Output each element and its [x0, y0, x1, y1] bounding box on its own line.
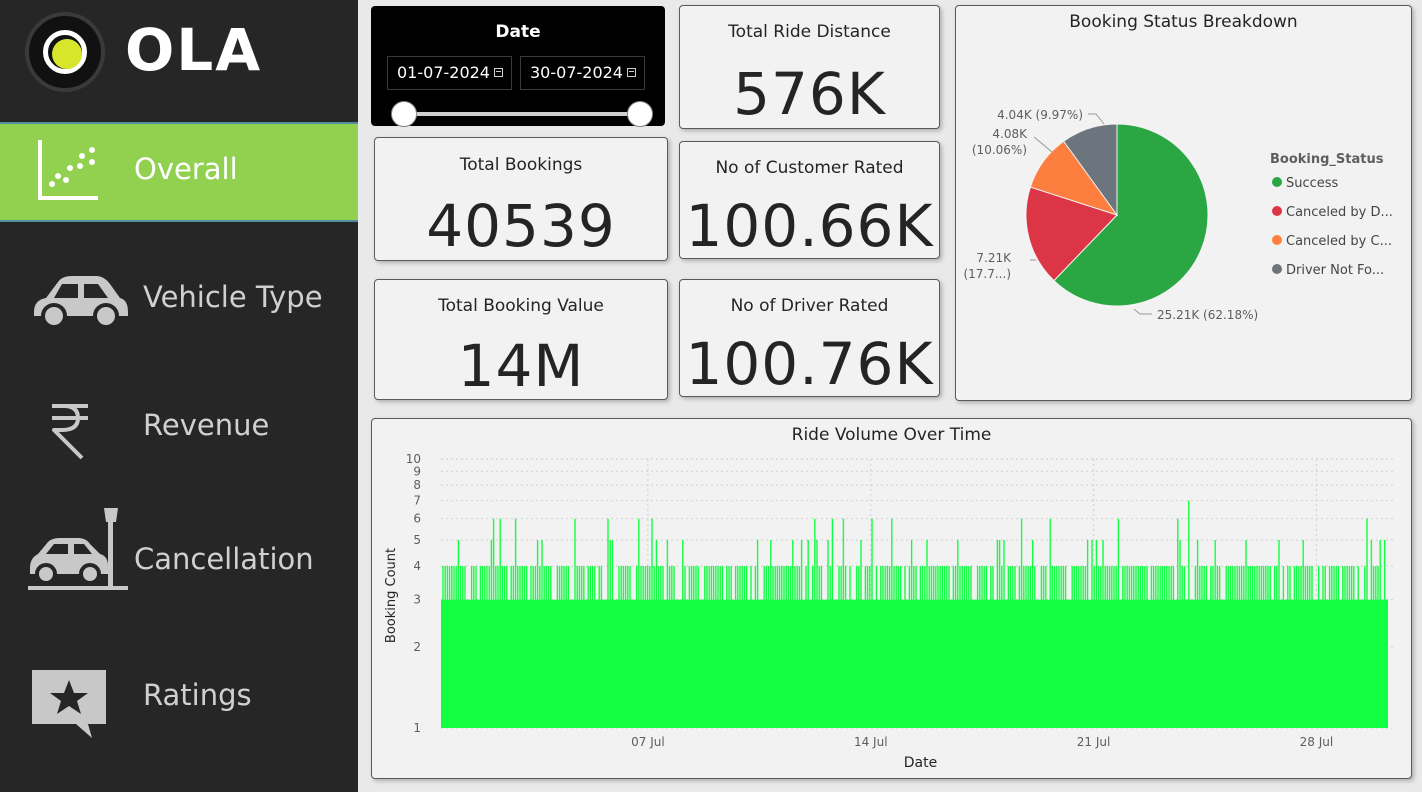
- car-crash-icon: [28, 508, 128, 590]
- kpi-title: No of Customer Rated: [715, 158, 904, 178]
- kpi-total-booking-value: Total Booking Value 14M: [374, 279, 668, 400]
- car-icon: [34, 276, 128, 329]
- scatter-chart-icon: [38, 140, 98, 200]
- y-tick-label: 6: [413, 512, 421, 526]
- legend-item[interactable]: Driver Not Fo...: [1286, 263, 1384, 278]
- calendar-icon[interactable]: [494, 68, 503, 77]
- pie-data-label: 7.21K: [976, 251, 1012, 265]
- legend-marker: [1272, 235, 1282, 245]
- pie-leader-line: [1088, 113, 1105, 125]
- pie-chart: 25.21K (62.18%) 7.21K (17.7...) 4.08K (10.06…: [963, 108, 1393, 322]
- booking-status-chart: Booking Status Breakdown 25.21K (62.18%)…: [955, 5, 1412, 401]
- pie-data-label: (10.06%): [972, 143, 1027, 157]
- ride-volume-plot: 1 2 3 4 5 6 7 8910 07 Jul 14 Jul 21 Jul 28 Jul Date B…: [384, 452, 1396, 771]
- nav-item-cancellation[interactable]: Cancellation: [0, 500, 358, 600]
- date-slicer-title: Date: [495, 22, 541, 42]
- kpi-value: 100.66K: [685, 192, 934, 260]
- kpi-title: No of Driver Rated: [730, 296, 889, 316]
- nav-item-ratings[interactable]: Ratings: [0, 644, 358, 744]
- kpi-total-bookings: Total Bookings 40539: [374, 137, 668, 261]
- star-speech-icon: [32, 670, 106, 738]
- legend-marker: [1272, 206, 1282, 216]
- legend-item[interactable]: Success: [1286, 176, 1339, 191]
- y-tick-label: 2: [413, 640, 421, 654]
- pie-leader-line: [1033, 136, 1053, 153]
- y-tick-label: 10: [406, 452, 421, 466]
- y-tick-label: 7: [413, 494, 421, 508]
- nav-label-revenue: Revenue: [143, 408, 270, 442]
- x-tick-label: 28 Jul: [1300, 735, 1334, 749]
- kpi-driver-rated: No of Driver Rated 100.76K: [679, 279, 940, 398]
- legend-title: Booking_Status: [1270, 152, 1384, 167]
- y-tick-label: 9: [413, 464, 421, 478]
- kpi-value: 40539: [426, 192, 616, 260]
- calendar-icon[interactable]: [627, 68, 636, 77]
- pie-data-label: 25.21K (62.18%): [1157, 308, 1258, 322]
- nav-label-vehicle-type: Vehicle Type: [143, 280, 323, 314]
- pie-data-label: 4.08K: [992, 127, 1028, 141]
- kpi-value: 14M: [457, 332, 585, 400]
- x-tick-label: 14 Jul: [854, 735, 888, 749]
- kpi-customer-rated: No of Customer Rated 100.66K: [679, 141, 940, 260]
- kpi-value: 576K: [733, 60, 886, 128]
- legend-marker: [1272, 264, 1282, 274]
- date-range-track[interactable]: [403, 112, 643, 116]
- logo-text: OLA: [125, 16, 263, 84]
- pie-data-label: (17.7...): [963, 267, 1011, 281]
- x-tick-label: 07 Jul: [631, 735, 665, 749]
- nav-item-vehicle-type[interactable]: Vehicle Type: [0, 250, 358, 350]
- legend-item[interactable]: Canceled by C...: [1286, 234, 1392, 249]
- rupee-icon: [52, 404, 88, 460]
- start-date-value: 01-07-2024: [397, 63, 490, 82]
- kpi-title: Total Booking Value: [438, 296, 604, 316]
- date-range-end-handle[interactable]: [627, 101, 653, 127]
- ride-volume-chart: Ride Volume Over Time 1 2 3 4 5 6 7 8 9 10 07 Jul 1…: [371, 418, 1412, 779]
- x-tick-label: 21 Jul: [1077, 735, 1111, 749]
- date-slicer: Date 01-07-2024 30-07-2024: [371, 6, 665, 127]
- nav-item-revenue[interactable]: Revenue: [0, 378, 358, 478]
- pie-data-label: 4.04K (9.97%): [997, 108, 1083, 122]
- volume-base-area: [441, 599, 1388, 728]
- y-tick-label: 8: [413, 478, 421, 492]
- x-axis-title: Date: [904, 755, 937, 771]
- kpi-total-ride-distance: Total Ride Distance 576K: [679, 5, 940, 129]
- y-tick-label: 1: [413, 721, 421, 735]
- legend-item[interactable]: Canceled by D...: [1286, 205, 1393, 220]
- kpi-value: 100.76K: [685, 330, 934, 398]
- legend-marker: [1272, 177, 1282, 187]
- kpi-title: Total Bookings: [459, 155, 583, 175]
- kpi-title: Total Ride Distance: [728, 22, 891, 42]
- nav-item-overall[interactable]: Overall: [0, 122, 358, 222]
- y-tick-label: 3: [413, 593, 421, 607]
- y-tick-label: 4: [413, 559, 421, 573]
- pie-leader-line: [1133, 308, 1152, 315]
- nav-label-overall: Overall: [134, 152, 238, 186]
- start-date-input[interactable]: 01-07-2024: [387, 56, 512, 90]
- y-axis-title: Booking Count: [384, 548, 399, 643]
- end-date-value: 30-07-2024: [530, 63, 623, 82]
- date-range-start-handle[interactable]: [391, 101, 417, 127]
- nav-label-cancellation: Cancellation: [134, 542, 314, 576]
- logo-dot-icon: [52, 39, 82, 69]
- ola-logo: OLA: [25, 8, 285, 98]
- y-tick-label: 5: [413, 533, 421, 547]
- end-date-input[interactable]: 30-07-2024: [520, 56, 645, 90]
- nav-label-ratings: Ratings: [143, 678, 252, 712]
- volume-spikes: [442, 500, 1386, 600]
- sidebar: OLA Overall Vehicle Type Revenue Cancell…: [0, 0, 358, 792]
